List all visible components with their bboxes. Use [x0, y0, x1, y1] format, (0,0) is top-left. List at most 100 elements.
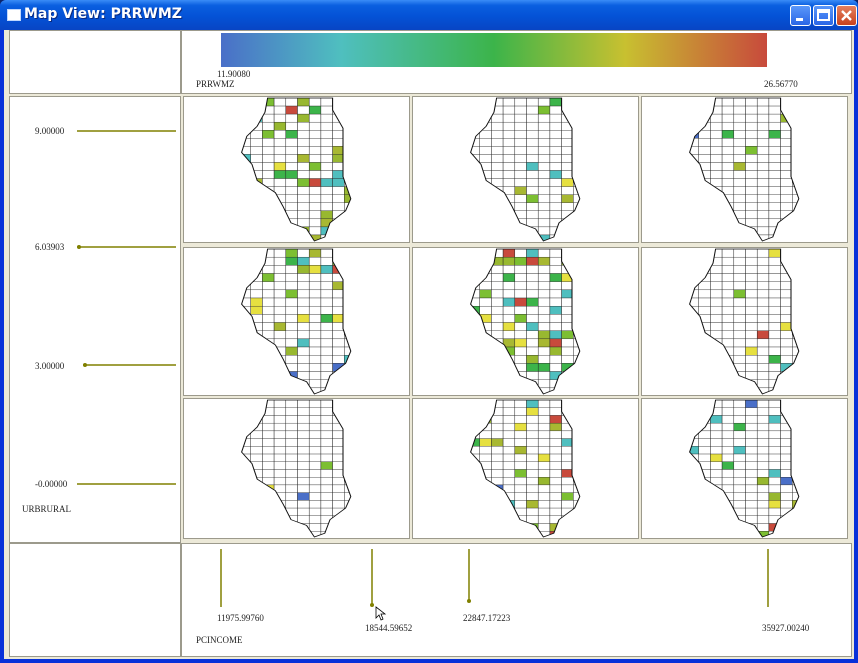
county-cell: [745, 438, 758, 447]
county-cell: [526, 322, 539, 331]
county-cell: [549, 210, 562, 220]
county-cell: [262, 507, 275, 516]
county-cell: [250, 305, 263, 315]
county-cell: [470, 484, 480, 493]
county-cell: [573, 98, 580, 107]
county-cell: [733, 289, 746, 299]
x-axis-slider-lines[interactable]: [182, 544, 851, 656]
county-cell: [756, 170, 770, 179]
county-cell: [250, 500, 263, 509]
county-cell: [745, 469, 758, 478]
county-cell: [297, 430, 310, 439]
county-cell: [514, 281, 527, 291]
county-cell: [502, 523, 516, 532]
county-cell: [780, 507, 793, 516]
county-cell: [710, 355, 723, 364]
window-icon[interactable]: [7, 9, 21, 21]
county-cell: [479, 531, 492, 538]
county-cell: [502, 400, 516, 408]
county-cell: [308, 346, 322, 356]
county-cell: [491, 234, 504, 241]
county-cell: [756, 346, 770, 356]
county-cell: [479, 146, 492, 155]
county-cell: [526, 461, 539, 470]
county-cell: [514, 407, 527, 416]
county-cell: [308, 297, 322, 307]
map-cell[interactable]: [183, 96, 410, 243]
county-cell: [514, 289, 527, 299]
county-cell: [470, 273, 480, 282]
county-cell: [768, 305, 781, 315]
county-cell: [491, 113, 504, 123]
title-bar[interactable]: Map View: PRRWMZ: [0, 0, 858, 30]
county-cell: [479, 407, 492, 416]
county-cell: [549, 363, 562, 372]
county-cell: [491, 162, 504, 171]
county-cell: [733, 430, 746, 439]
county-cell: [689, 387, 699, 394]
county-cell: [273, 289, 287, 299]
county-cell: [297, 363, 310, 372]
county-map: [241, 97, 352, 242]
county-cell: [262, 305, 275, 315]
county-cell: [514, 469, 527, 478]
county-cell: [756, 281, 770, 291]
county-cell: [344, 154, 351, 163]
county-cell: [526, 289, 539, 299]
county-cell: [502, 226, 516, 236]
county-cell: [573, 507, 580, 516]
x-tick-label: 22847.17223: [463, 613, 511, 623]
county-cell: [514, 146, 527, 155]
map-cell[interactable]: [412, 247, 639, 396]
county-cell: [273, 273, 287, 282]
county-cell: [756, 218, 770, 228]
y-axis-slider-lines[interactable]: [10, 97, 180, 542]
window-title: Map View: PRRWMZ: [24, 6, 182, 22]
county-cell: [710, 202, 723, 211]
county-cell: [273, 297, 287, 307]
county-cell: [514, 338, 527, 348]
map-cell[interactable]: [641, 398, 848, 539]
county-cell: [491, 249, 504, 258]
x-axis-variable-label: PCINCOME: [196, 635, 243, 645]
county-cell: [262, 379, 275, 389]
county-cell: [514, 98, 527, 107]
county-cell: [745, 363, 758, 372]
map-cell[interactable]: [412, 398, 639, 539]
county-cell: [721, 363, 735, 372]
county-cell: [470, 469, 480, 478]
map-cell[interactable]: [641, 96, 848, 243]
county-cell: [285, 387, 298, 394]
map-cell[interactable]: [412, 96, 639, 243]
county-cell: [768, 407, 781, 416]
map-cell[interactable]: [183, 247, 410, 396]
county-cell: [721, 400, 735, 408]
county-cell: [733, 194, 746, 203]
county-cell: [344, 314, 351, 323]
county-cell: [733, 273, 746, 282]
county-cell: [768, 146, 781, 155]
county-cell: [768, 186, 781, 195]
county-cell: [344, 363, 351, 372]
county-cell: [721, 281, 735, 291]
close-button[interactable]: [836, 5, 857, 26]
map-cell[interactable]: [183, 398, 410, 539]
county-cell: [710, 461, 723, 470]
county-cell: [320, 289, 333, 299]
county-cell: [285, 346, 298, 356]
county-cell: [514, 105, 527, 115]
county-cell: [241, 338, 251, 348]
county-cell: [537, 105, 551, 115]
maximize-button[interactable]: [813, 5, 834, 26]
county-cell: [549, 438, 562, 447]
county-cell: [320, 484, 333, 493]
county-cell: [698, 363, 711, 372]
county-cell: [733, 314, 746, 323]
county-cell: [698, 98, 711, 107]
map-cell[interactable]: [641, 247, 848, 396]
county-cell: [250, 105, 263, 115]
county-cell: [241, 194, 251, 203]
minimize-button[interactable]: [790, 5, 811, 26]
county-cell: [320, 98, 333, 107]
county-cell: [745, 121, 758, 131]
